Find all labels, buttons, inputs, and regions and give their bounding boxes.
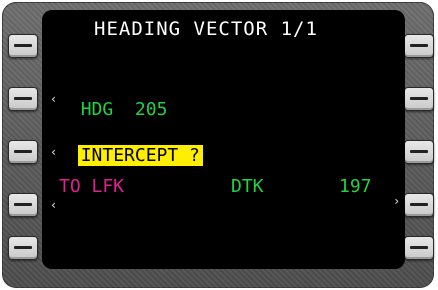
lsk-right-1[interactable] (404, 34, 434, 58)
intercept-line: INTERCEPT ? (56, 124, 203, 166)
intercept-prompt[interactable]: INTERCEPT ? (77, 145, 203, 166)
lsk-left-5[interactable] (8, 236, 38, 260)
page-title: HEADING VECTOR 1/1 (94, 18, 318, 40)
lsk-right-2[interactable] (404, 87, 434, 111)
lsk-left-4[interactable] (8, 193, 38, 217)
lsk-right-4[interactable] (404, 193, 434, 217)
left-caret-3: ‹ (50, 198, 58, 212)
dtk-label: DTK (231, 176, 264, 197)
lsk-right-5[interactable] (404, 236, 434, 260)
lsk-left-2[interactable] (8, 87, 38, 111)
right-caret-3: › (393, 194, 401, 208)
lsk-right-3[interactable] (404, 140, 434, 164)
hdg-value: 205 (134, 99, 168, 120)
lsk-left-3[interactable] (8, 140, 38, 164)
left-caret-1: ‹ (50, 92, 58, 106)
hdg-line: HDG 205 (59, 78, 168, 120)
hdg-label: HDG (80, 99, 114, 120)
to-waypoint: TO LFK (59, 176, 125, 197)
dtk-value: 197 (339, 176, 372, 197)
lsk-left-1[interactable] (8, 34, 38, 58)
